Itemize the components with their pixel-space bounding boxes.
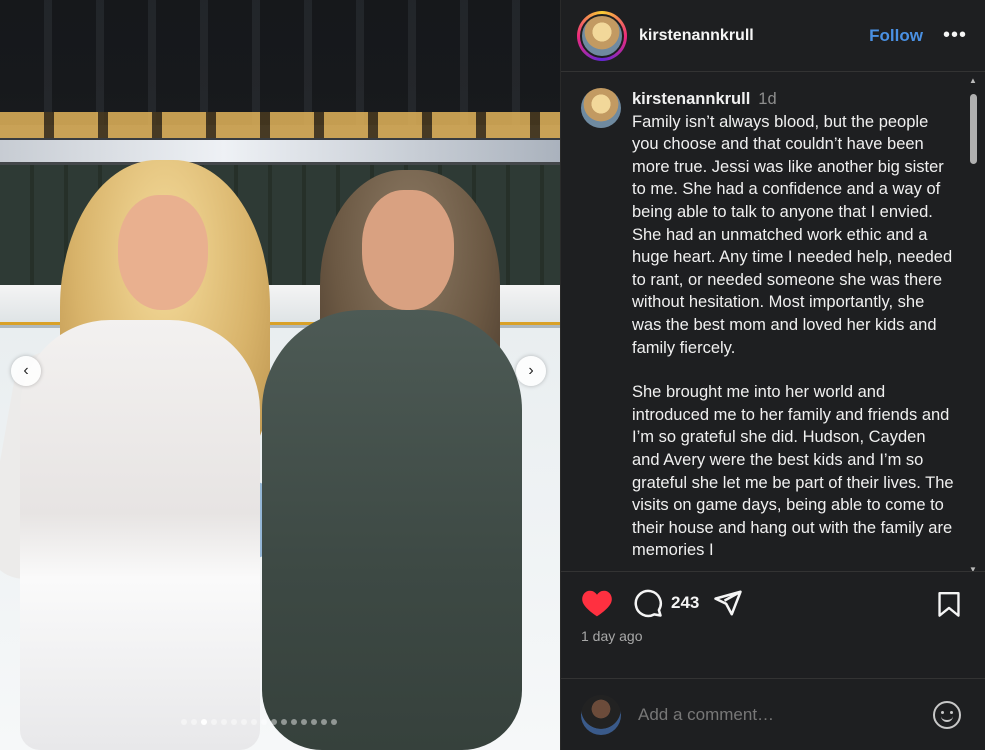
carousel-dot [231, 719, 237, 725]
heart-icon[interactable] [581, 588, 613, 618]
carousel-prev-button[interactable]: ‹ [11, 356, 41, 386]
carousel-dot [331, 719, 337, 725]
post-photo[interactable]: ‹ › [0, 0, 560, 750]
post-side-panel: kirstenannkrull Follow ••• kirstenannkru… [560, 0, 985, 750]
person-right-body [262, 310, 522, 750]
arena-ribbon-board [0, 140, 560, 162]
person-left-face [118, 195, 208, 310]
caption-time[interactable]: 1d [758, 90, 776, 108]
posted-time[interactable]: 1 day ago [581, 628, 965, 644]
header-username[interactable]: kirstenannkrull [639, 27, 869, 45]
carousel-dot [191, 719, 197, 725]
comment-composer: Add a comment… [561, 678, 985, 750]
carousel-dot [211, 719, 217, 725]
caption-scrollbar[interactable]: ▲ ▼ [967, 76, 979, 571]
carousel-dot [301, 719, 307, 725]
carousel-dot [201, 719, 207, 725]
carousel-dot [261, 719, 267, 725]
caption-area: kirstenannkrull 1d Family isn’t always bl… [561, 72, 985, 572]
caption-avatar[interactable] [581, 88, 621, 128]
more-options-icon[interactable]: ••• [943, 24, 967, 47]
carousel-dot [321, 719, 327, 725]
caption: kirstenannkrull 1d Family isn’t always bl… [581, 88, 957, 562]
scrollbar-thumb[interactable] [970, 94, 977, 164]
arena-ceiling [0, 0, 560, 125]
carousel-dot [221, 719, 227, 725]
caption-paragraph: Family isn’t always blood, but the peopl… [632, 112, 953, 357]
carousel-dot [311, 719, 317, 725]
carousel-dot [291, 719, 297, 725]
scroll-down-arrow-icon[interactable]: ▼ [969, 565, 977, 571]
carousel-next-button[interactable]: › [516, 356, 546, 386]
action-bar: 243 1 day ago [561, 572, 985, 678]
post-header: kirstenannkrull Follow ••• [561, 0, 985, 72]
bookmark-icon[interactable] [937, 592, 961, 623]
carousel-dot [241, 719, 247, 725]
carousel-dot [251, 719, 257, 725]
comment-input[interactable]: Add a comment… [638, 705, 933, 725]
post-modal: ‹ › kirstenannkrull Follow ••• kirstenan… [0, 0, 985, 750]
current-user-avatar[interactable] [581, 694, 621, 735]
caption-paragraph: She brought me into her world and introd… [632, 383, 954, 560]
emoji-smile-icon[interactable] [933, 700, 961, 729]
carousel-dot [281, 719, 287, 725]
arena-lights [0, 112, 560, 138]
profile-avatar[interactable] [580, 13, 624, 58]
carousel-indicator [181, 719, 337, 725]
person-right-face [362, 190, 454, 310]
comment-bubble-icon[interactable] [633, 588, 663, 618]
person-left-body [20, 320, 260, 750]
scroll-up-arrow-icon[interactable]: ▲ [969, 76, 977, 85]
comment-count: 243 [671, 593, 700, 612]
caption-username[interactable]: kirstenannkrull [632, 90, 750, 108]
carousel-dot [271, 719, 277, 725]
profile-avatar-ring[interactable] [577, 10, 627, 61]
follow-button[interactable]: Follow [869, 26, 923, 46]
caption-text: kirstenannkrull 1d Family isn’t always bl… [632, 88, 957, 562]
carousel-dot [181, 719, 187, 725]
send-paper-plane-icon[interactable] [713, 588, 743, 618]
